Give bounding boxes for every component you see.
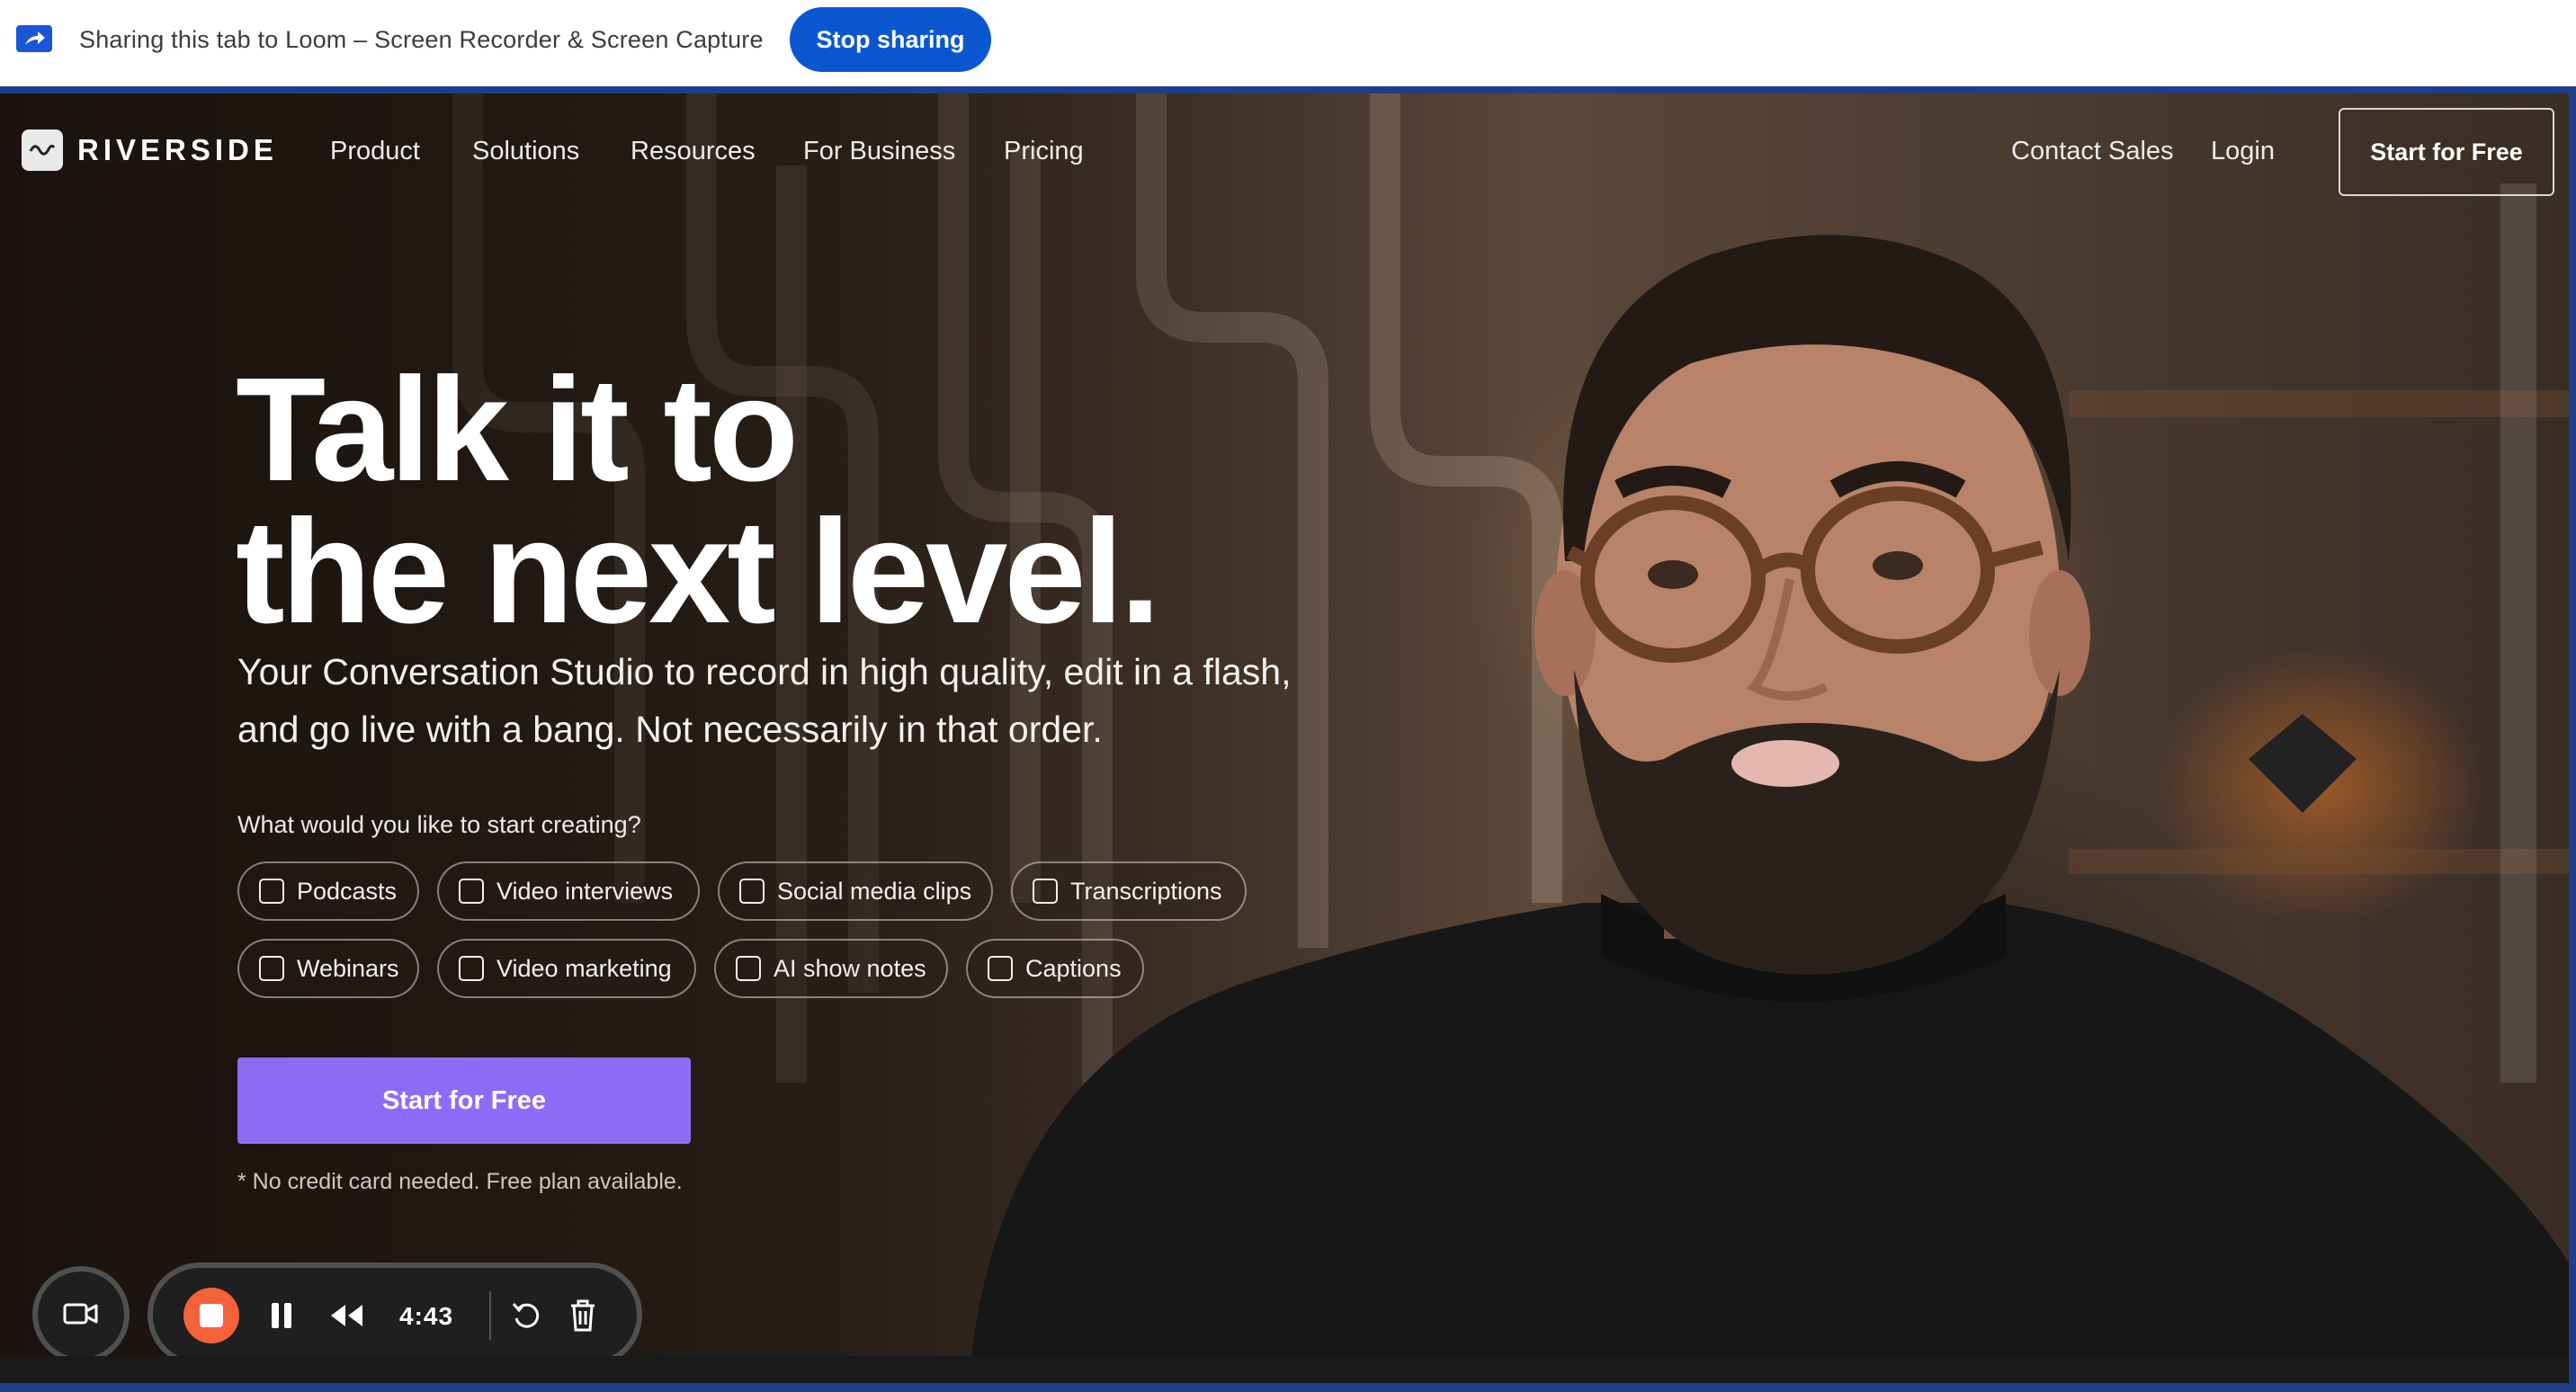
start-for-free-nav-button[interactable]: Start for Free [2339,108,2554,196]
option-captions[interactable]: Captions [966,939,1144,998]
no-credit-card-note: * No credit card needed. Free plan avail… [237,1169,683,1194]
pause-icon[interactable] [268,1300,295,1331]
hero-subtitle-line-2: and go live with a bang. Not necessarily… [237,709,1103,750]
nav-resources[interactable]: Resources [631,137,756,166]
riverside-logo-icon[interactable] [22,129,63,171]
camera-toggle-button[interactable] [32,1266,130,1356]
hero-title-line-2: the next level. [236,498,1161,646]
nav-pricing[interactable]: Pricing [1004,137,1084,166]
riverside-page: RIVERSIDE Product Solutions Resources Fo… [0,94,2569,1356]
stop-sharing-button[interactable]: Stop sharing [790,7,991,72]
sharing-status-text: Sharing this tab to Loom – Screen Record… [79,26,764,53]
checkbox-icon [736,956,761,981]
riverside-logo-text[interactable]: RIVERSIDE [77,133,278,167]
checkbox-icon [988,956,1013,981]
nav-contact-sales[interactable]: Contact Sales [2011,137,2174,166]
recording-timer: 4:43 [399,1302,454,1330]
option-ai-show-notes[interactable]: AI show notes [714,939,948,998]
option-label: Podcasts [297,877,398,905]
hero-subtitle-line-1: Your Conversation Studio to record in hi… [237,651,1292,692]
creation-question: What would you like to start creating? [237,811,641,838]
option-video-interviews[interactable]: Video interviews [437,861,700,921]
nav-product[interactable]: Product [330,137,420,166]
option-social-media-clips[interactable]: Social media clips [718,861,993,921]
checkbox-icon [739,879,765,904]
checkbox-icon [259,956,284,981]
checkbox-icon [459,956,484,981]
option-podcasts[interactable]: Podcasts [237,861,419,921]
control-divider [489,1291,491,1340]
nav-for-business[interactable]: For Business [803,137,955,166]
checkbox-icon [459,879,484,904]
rewind-icon[interactable] [329,1302,365,1329]
restart-icon[interactable] [511,1300,541,1331]
option-label: Social media clips [777,877,972,905]
trash-icon[interactable] [568,1298,597,1333]
recording-control-bar: 4:43 [148,1263,642,1356]
option-label: AI show notes [774,954,926,982]
page-bottom-edge [0,1356,2569,1383]
nav-login[interactable]: Login [2211,137,2275,166]
option-webinars[interactable]: Webinars [237,939,419,998]
option-video-marketing[interactable]: Video marketing [437,939,696,998]
hero-title-line-1: Talk it to [236,347,799,512]
option-label: Webinars [297,954,399,982]
hero-title-line-2-text: the next level [236,489,1123,654]
checkbox-icon [259,879,284,904]
nav-solutions[interactable]: Solutions [472,137,579,166]
stop-record-icon[interactable] [183,1288,239,1343]
hero-title-dot: . [1120,489,1161,654]
tab-sharing-bar: Sharing this tab to Loom – Screen Record… [0,0,2576,86]
option-label: Video marketing [496,954,672,982]
checkbox-icon [1033,879,1058,904]
option-label: Transcriptions [1070,877,1222,905]
option-label: Video interviews [496,877,674,905]
option-transcriptions[interactable]: Transcriptions [1011,861,1247,921]
camera-icon [63,1303,98,1325]
screen-share-icon [16,25,52,52]
option-label: Captions [1025,954,1122,982]
start-for-free-hero-button[interactable]: Start for Free [237,1057,691,1144]
